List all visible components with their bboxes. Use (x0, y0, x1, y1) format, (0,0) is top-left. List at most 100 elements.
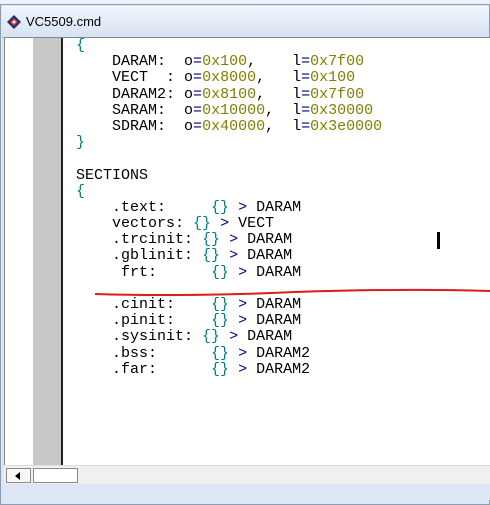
brace-token: {} (211, 344, 230, 362)
code-token: VECT (229, 215, 275, 233)
code-line[interactable]: DARAM: o=0x100, l=0x7f00 (76, 54, 382, 70)
diamond-app-icon (7, 15, 21, 29)
code-line[interactable]: VECT : o=0x8000, l=0x100 (76, 70, 382, 86)
code-token: DARAM (238, 328, 293, 346)
code-token: DARAM2 (247, 360, 311, 378)
code-token: SDRAM: (76, 117, 185, 135)
code-token: l (292, 117, 302, 135)
operator-token: = (301, 101, 311, 119)
text-cursor-icon (437, 232, 440, 249)
code-token: , (256, 69, 293, 87)
horizontal-scrollbar[interactable] (4, 465, 490, 485)
code-token: l (292, 69, 302, 87)
brace-token: { (76, 37, 86, 54)
operator-token: = (301, 69, 311, 87)
code-line[interactable]: .pinit: {} > DARAM (76, 313, 382, 329)
operator-token: = (193, 117, 203, 135)
selection-margin[interactable] (5, 38, 33, 466)
code-line[interactable] (76, 151, 382, 167)
gutter-divider (61, 38, 63, 466)
scroll-thumb[interactable] (33, 468, 78, 483)
number-token: 0x10000 (202, 101, 266, 119)
code-token: DARAM (247, 263, 302, 281)
code-line[interactable]: .trcinit: {} > DARAM (76, 232, 382, 248)
code-token: o (184, 69, 194, 87)
code-token: .trcinit: (76, 231, 203, 249)
code-token: DARAM (247, 312, 302, 330)
code-token: DARAM: (76, 53, 185, 71)
code-line[interactable]: SECTIONS (76, 167, 382, 184)
code-line[interactable]: .gblinit: {} > DARAM (76, 248, 382, 264)
code-line[interactable]: frt: {} > DARAM (76, 263, 382, 281)
brace-token: {} (211, 198, 230, 216)
code-token: o (184, 101, 194, 119)
code-token: l (292, 85, 302, 103)
operator-token: > (238, 198, 248, 216)
code-token: frt: (76, 263, 212, 281)
code-line[interactable]: DARAM2: o=0x8100, l=0x7f00 (76, 85, 382, 103)
code-token: DARAM2 (247, 344, 311, 362)
code-token: .text: (76, 198, 212, 216)
number-token: 0x8000 (202, 69, 257, 87)
code-token: SARAM: (76, 101, 185, 119)
operator-token: = (301, 53, 311, 71)
brace-token: } (76, 134, 86, 152)
code-line[interactable]: SDRAM: o=0x40000, l=0x3e0000 (76, 117, 383, 135)
code-line[interactable]: { (76, 38, 382, 54)
brace-token: {} (211, 312, 230, 330)
operator-token: = (301, 85, 311, 103)
operator-token: > (220, 215, 230, 233)
brace-token: {} (202, 328, 221, 346)
code-token: o (184, 117, 194, 135)
code-token: , (265, 117, 293, 135)
code-line[interactable]: .sysinit: {} > DARAM (76, 329, 382, 345)
code-token: .pinit: (76, 312, 212, 330)
operator-token: = (301, 117, 311, 135)
brace-token: {} (202, 231, 221, 249)
brace-token: {} (193, 215, 212, 233)
code-token: l (292, 53, 302, 71)
code-line[interactable]: .bss: {} > DARAM2 (76, 344, 382, 362)
code-token: DARAM (247, 198, 302, 216)
code-line[interactable]: { (76, 183, 382, 200)
number-token: 0x3e0000 (310, 117, 383, 135)
code-token: l (292, 101, 302, 119)
operator-token: = (193, 85, 203, 103)
number-token: 0x100 (202, 53, 248, 71)
code-token: o (184, 85, 194, 103)
code-line[interactable]: .far: {} > DARAM2 (76, 360, 382, 378)
operator-token: > (229, 247, 239, 265)
code-text[interactable]: { DARAM: o=0x100, l=0x7f00 VECT : o=0x80… (76, 38, 382, 378)
code-line[interactable]: } (76, 135, 382, 151)
operator-token: = (193, 69, 203, 87)
brace-token: {} (211, 360, 230, 378)
operator-token: = (193, 101, 203, 119)
code-editor[interactable]: { DARAM: o=0x100, l=0x7f00 VECT : o=0x80… (4, 37, 490, 466)
code-token: DARAM2: (76, 85, 185, 103)
brace-token: {} (211, 263, 230, 281)
operator-token: = (193, 53, 203, 71)
arrow-left-icon (15, 472, 20, 480)
brace-token: {} (202, 247, 221, 265)
number-token: 0x30000 (310, 101, 374, 119)
scroll-left-button[interactable] (6, 468, 31, 483)
code-line[interactable]: SARAM: o=0x10000, l=0x30000 (76, 101, 382, 119)
code-token: DARAM (238, 247, 293, 265)
code-line[interactable]: vectors: {} > VECT (76, 215, 382, 233)
code-token: .sysinit: (76, 328, 203, 346)
number-token: 0x7f00 (310, 85, 365, 103)
code-token: VECT : (76, 69, 185, 87)
code-token: , (256, 85, 293, 103)
operator-token: > (238, 344, 248, 362)
code-token: DARAM (238, 231, 293, 249)
number-token: 0x40000 (202, 117, 266, 135)
document-tab[interactable]: VC5509.cmd (2, 6, 489, 38)
code-line[interactable]: .text: {} > DARAM (76, 198, 382, 216)
